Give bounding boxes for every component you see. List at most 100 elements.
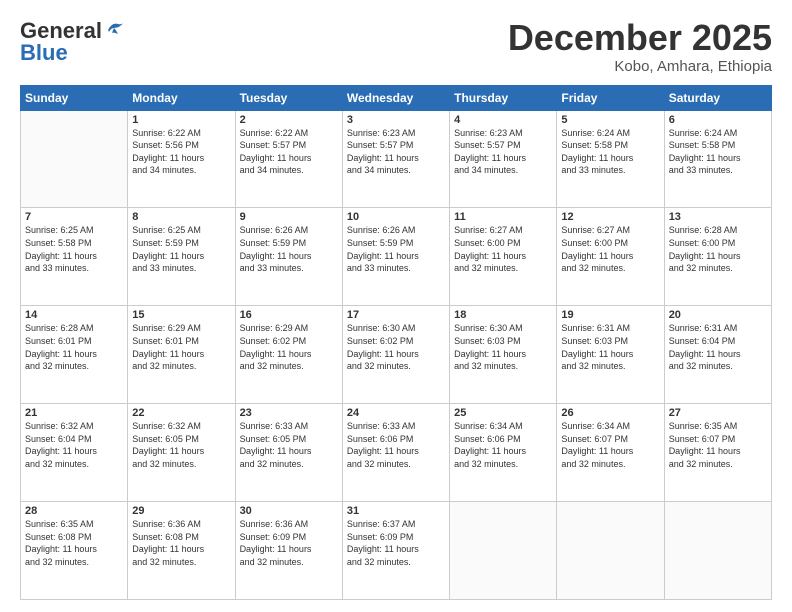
day-info: Sunrise: 6:22 AM Sunset: 5:57 PM Dayligh… (240, 127, 338, 177)
calendar-cell: 27Sunrise: 6:35 AM Sunset: 6:07 PM Dayli… (664, 404, 771, 502)
day-number: 24 (347, 407, 445, 419)
calendar-cell: 18Sunrise: 6:30 AM Sunset: 6:03 PM Dayli… (450, 306, 557, 404)
day-info: Sunrise: 6:29 AM Sunset: 6:01 PM Dayligh… (132, 322, 230, 372)
day-info: Sunrise: 6:26 AM Sunset: 5:59 PM Dayligh… (347, 224, 445, 274)
calendar-cell: 12Sunrise: 6:27 AM Sunset: 6:00 PM Dayli… (557, 208, 664, 306)
day-number: 10 (347, 211, 445, 223)
day-number: 9 (240, 211, 338, 223)
weekday-header: Tuesday (235, 85, 342, 110)
calendar-cell: 22Sunrise: 6:32 AM Sunset: 6:05 PM Dayli… (128, 404, 235, 502)
calendar-cell: 10Sunrise: 6:26 AM Sunset: 5:59 PM Dayli… (342, 208, 449, 306)
calendar-cell: 11Sunrise: 6:27 AM Sunset: 6:00 PM Dayli… (450, 208, 557, 306)
day-number: 16 (240, 309, 338, 321)
day-number: 7 (25, 211, 123, 223)
day-number: 1 (132, 114, 230, 126)
day-number: 22 (132, 407, 230, 419)
day-info: Sunrise: 6:25 AM Sunset: 5:58 PM Dayligh… (25, 224, 123, 274)
calendar-cell: 23Sunrise: 6:33 AM Sunset: 6:05 PM Dayli… (235, 404, 342, 502)
calendar-cell: 29Sunrise: 6:36 AM Sunset: 6:08 PM Dayli… (128, 502, 235, 600)
day-number: 19 (561, 309, 659, 321)
day-info: Sunrise: 6:37 AM Sunset: 6:09 PM Dayligh… (347, 518, 445, 568)
location: Kobo, Amhara, Ethiopia (508, 58, 772, 75)
day-number: 5 (561, 114, 659, 126)
day-info: Sunrise: 6:28 AM Sunset: 6:01 PM Dayligh… (25, 322, 123, 372)
day-info: Sunrise: 6:25 AM Sunset: 5:59 PM Dayligh… (132, 224, 230, 274)
calendar-cell: 1Sunrise: 6:22 AM Sunset: 5:56 PM Daylig… (128, 110, 235, 208)
weekday-header: Saturday (664, 85, 771, 110)
day-number: 21 (25, 407, 123, 419)
day-number: 26 (561, 407, 659, 419)
weekday-header: Wednesday (342, 85, 449, 110)
day-number: 11 (454, 211, 552, 223)
calendar-cell: 26Sunrise: 6:34 AM Sunset: 6:07 PM Dayli… (557, 404, 664, 502)
day-number: 20 (669, 309, 767, 321)
calendar-cell: 25Sunrise: 6:34 AM Sunset: 6:06 PM Dayli… (450, 404, 557, 502)
day-info: Sunrise: 6:33 AM Sunset: 6:06 PM Dayligh… (347, 420, 445, 470)
title-block: December 2025 Kobo, Amhara, Ethiopia (508, 18, 772, 75)
day-number: 15 (132, 309, 230, 321)
day-info: Sunrise: 6:22 AM Sunset: 5:56 PM Dayligh… (132, 127, 230, 177)
day-number: 3 (347, 114, 445, 126)
calendar-cell: 17Sunrise: 6:30 AM Sunset: 6:02 PM Dayli… (342, 306, 449, 404)
calendar-cell: 2Sunrise: 6:22 AM Sunset: 5:57 PM Daylig… (235, 110, 342, 208)
calendar-cell: 14Sunrise: 6:28 AM Sunset: 6:01 PM Dayli… (21, 306, 128, 404)
day-info: Sunrise: 6:35 AM Sunset: 6:07 PM Dayligh… (669, 420, 767, 470)
day-number: 17 (347, 309, 445, 321)
day-number: 6 (669, 114, 767, 126)
day-info: Sunrise: 6:36 AM Sunset: 6:08 PM Dayligh… (132, 518, 230, 568)
day-number: 25 (454, 407, 552, 419)
page: General Blue December 2025 Kobo, Amhara,… (0, 0, 792, 612)
calendar-table: SundayMondayTuesdayWednesdayThursdayFrid… (20, 85, 772, 600)
calendar-cell: 5Sunrise: 6:24 AM Sunset: 5:58 PM Daylig… (557, 110, 664, 208)
calendar-cell: 21Sunrise: 6:32 AM Sunset: 6:04 PM Dayli… (21, 404, 128, 502)
logo-blue: Blue (20, 40, 68, 66)
day-number: 13 (669, 211, 767, 223)
day-info: Sunrise: 6:32 AM Sunset: 6:05 PM Dayligh… (132, 420, 230, 470)
day-number: 31 (347, 505, 445, 517)
logo: General Blue (20, 18, 126, 66)
day-info: Sunrise: 6:28 AM Sunset: 6:00 PM Dayligh… (669, 224, 767, 274)
calendar-cell: 28Sunrise: 6:35 AM Sunset: 6:08 PM Dayli… (21, 502, 128, 600)
day-info: Sunrise: 6:32 AM Sunset: 6:04 PM Dayligh… (25, 420, 123, 470)
day-number: 14 (25, 309, 123, 321)
day-number: 27 (669, 407, 767, 419)
day-info: Sunrise: 6:29 AM Sunset: 6:02 PM Dayligh… (240, 322, 338, 372)
calendar-cell: 15Sunrise: 6:29 AM Sunset: 6:01 PM Dayli… (128, 306, 235, 404)
day-info: Sunrise: 6:34 AM Sunset: 6:06 PM Dayligh… (454, 420, 552, 470)
day-info: Sunrise: 6:33 AM Sunset: 6:05 PM Dayligh… (240, 420, 338, 470)
day-info: Sunrise: 6:30 AM Sunset: 6:03 PM Dayligh… (454, 322, 552, 372)
calendar-cell: 20Sunrise: 6:31 AM Sunset: 6:04 PM Dayli… (664, 306, 771, 404)
day-number: 28 (25, 505, 123, 517)
weekday-header: Thursday (450, 85, 557, 110)
logo-bird-icon (104, 20, 126, 38)
header: General Blue December 2025 Kobo, Amhara,… (20, 18, 772, 75)
calendar-cell: 7Sunrise: 6:25 AM Sunset: 5:58 PM Daylig… (21, 208, 128, 306)
calendar-cell (450, 502, 557, 600)
day-number: 8 (132, 211, 230, 223)
weekday-header: Sunday (21, 85, 128, 110)
calendar-cell: 6Sunrise: 6:24 AM Sunset: 5:58 PM Daylig… (664, 110, 771, 208)
calendar-cell: 31Sunrise: 6:37 AM Sunset: 6:09 PM Dayli… (342, 502, 449, 600)
calendar-cell: 30Sunrise: 6:36 AM Sunset: 6:09 PM Dayli… (235, 502, 342, 600)
calendar-cell: 16Sunrise: 6:29 AM Sunset: 6:02 PM Dayli… (235, 306, 342, 404)
day-number: 4 (454, 114, 552, 126)
calendar-cell: 19Sunrise: 6:31 AM Sunset: 6:03 PM Dayli… (557, 306, 664, 404)
calendar-cell (21, 110, 128, 208)
calendar-cell: 13Sunrise: 6:28 AM Sunset: 6:00 PM Dayli… (664, 208, 771, 306)
day-info: Sunrise: 6:27 AM Sunset: 6:00 PM Dayligh… (454, 224, 552, 274)
calendar-cell (557, 502, 664, 600)
calendar-cell: 8Sunrise: 6:25 AM Sunset: 5:59 PM Daylig… (128, 208, 235, 306)
day-info: Sunrise: 6:35 AM Sunset: 6:08 PM Dayligh… (25, 518, 123, 568)
day-info: Sunrise: 6:24 AM Sunset: 5:58 PM Dayligh… (669, 127, 767, 177)
calendar-cell: 24Sunrise: 6:33 AM Sunset: 6:06 PM Dayli… (342, 404, 449, 502)
day-number: 30 (240, 505, 338, 517)
day-info: Sunrise: 6:31 AM Sunset: 6:03 PM Dayligh… (561, 322, 659, 372)
calendar-cell: 9Sunrise: 6:26 AM Sunset: 5:59 PM Daylig… (235, 208, 342, 306)
day-info: Sunrise: 6:36 AM Sunset: 6:09 PM Dayligh… (240, 518, 338, 568)
day-info: Sunrise: 6:31 AM Sunset: 6:04 PM Dayligh… (669, 322, 767, 372)
day-info: Sunrise: 6:24 AM Sunset: 5:58 PM Dayligh… (561, 127, 659, 177)
calendar-cell: 4Sunrise: 6:23 AM Sunset: 5:57 PM Daylig… (450, 110, 557, 208)
day-number: 12 (561, 211, 659, 223)
day-number: 2 (240, 114, 338, 126)
day-info: Sunrise: 6:23 AM Sunset: 5:57 PM Dayligh… (454, 127, 552, 177)
